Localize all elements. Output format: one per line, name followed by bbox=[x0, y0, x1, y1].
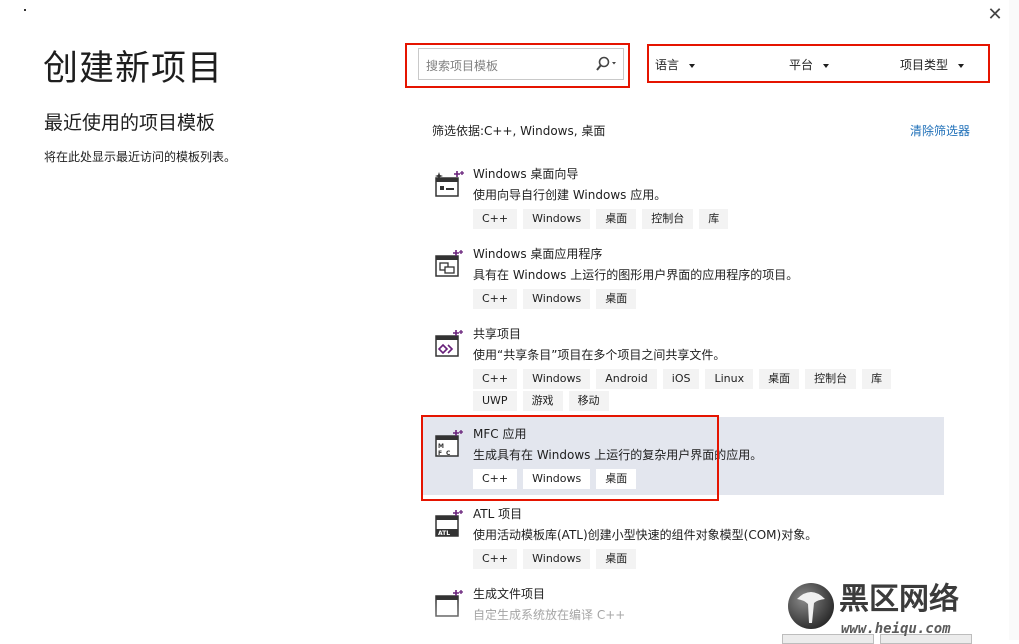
watermark-logo: 黑区网络 www.heiqu.com bbox=[788, 582, 959, 637]
tag: iOS bbox=[662, 369, 700, 389]
tag: Android bbox=[596, 369, 657, 389]
template-desc: 生成具有在 Windows 上运行的复杂用户界面的应用。 bbox=[473, 448, 763, 462]
tag: 控制台 bbox=[642, 209, 694, 229]
tag: Windows bbox=[523, 209, 591, 229]
tag: Windows bbox=[523, 469, 591, 489]
tag: 桌面 bbox=[596, 549, 637, 569]
tag: Windows bbox=[523, 369, 591, 389]
template-item-mfc-app[interactable]: M F C MFC 应用 生成具有在 Windows 上运行的复杂用户界面的应用… bbox=[422, 417, 944, 495]
windows-desktop-wizard-icon bbox=[435, 171, 464, 197]
search-placeholder: 搜索项目模板 bbox=[426, 59, 499, 73]
window-dot bbox=[24, 9, 26, 11]
tag: 桌面 bbox=[596, 289, 637, 309]
search-icon[interactable] bbox=[593, 55, 619, 73]
svg-text:F: F bbox=[438, 450, 442, 457]
tag: 移动 bbox=[568, 391, 609, 411]
mfc-app-icon: M F C bbox=[435, 430, 463, 457]
makefile-project-icon bbox=[435, 590, 463, 617]
tag: 游戏 bbox=[522, 391, 563, 411]
template-tags: C++ Windows 桌面 bbox=[473, 467, 933, 489]
platform-filter[interactable]: 平台 bbox=[789, 56, 830, 73]
template-item-windows-desktop-app[interactable]: Windows 桌面应用程序 具有在 Windows 上运行的图形用户界面的应用… bbox=[422, 237, 944, 315]
template-desc: 使用向导自行创建 Windows 应用。 bbox=[473, 188, 667, 202]
tag: Windows bbox=[523, 549, 591, 569]
template-item-windows-desktop-wizard[interactable]: Windows 桌面向导 使用向导自行创建 Windows 应用。 C++ Win… bbox=[422, 157, 944, 235]
chevron-down-icon bbox=[958, 63, 965, 68]
recent-templates-desc: 将在此处显示最近访问的模板列表。 bbox=[44, 150, 237, 164]
tag: 桌面 bbox=[596, 209, 637, 229]
svg-text:M: M bbox=[438, 443, 444, 450]
template-name: MFC 应用 bbox=[473, 427, 527, 441]
tag: 库 bbox=[699, 209, 729, 229]
page-title: 创建新项目 bbox=[43, 49, 224, 89]
tag: 库 bbox=[862, 369, 892, 389]
tag: C++ bbox=[473, 369, 518, 389]
template-desc: 使用“共享条目”项目在多个项目之间共享文件。 bbox=[473, 348, 726, 362]
tag: Windows bbox=[523, 289, 591, 309]
close-icon[interactable]: ✕ bbox=[984, 4, 1006, 26]
shared-project-icon bbox=[435, 330, 463, 357]
tag: C++ bbox=[473, 549, 518, 569]
project-type-filter[interactable]: 项目类型 bbox=[900, 56, 965, 73]
language-filter[interactable]: 语言 bbox=[655, 56, 696, 73]
scrollbar[interactable] bbox=[1009, 0, 1019, 640]
template-tags: C++ Windows Android iOS Linux 桌面 控制台库 UWP 游戏 移动 bbox=[473, 367, 933, 411]
windows-desktop-app-icon bbox=[435, 250, 463, 277]
template-item-shared-project[interactable]: 共享项目 使用“共享条目”项目在多个项目之间共享文件。 C++ Windows An… bbox=[422, 317, 944, 415]
watermark-url: www.heiqu.com bbox=[841, 621, 951, 637]
tag: C++ bbox=[473, 209, 518, 229]
tag: 桌面 bbox=[596, 469, 637, 489]
atl-project-icon: ATL bbox=[435, 510, 463, 537]
template-name: Windows 桌面应用程序 bbox=[473, 247, 603, 261]
tag: C++ bbox=[473, 469, 518, 489]
template-tags: C++ Windows 桌面 控制台库 bbox=[473, 207, 933, 229]
filter-info: 筛选依据:C++, Windows, 桌面 bbox=[432, 124, 606, 138]
template-name: 共享项目 bbox=[473, 327, 522, 341]
template-name: Windows 桌面向导 bbox=[473, 167, 579, 181]
svg-text:ATL: ATL bbox=[438, 530, 450, 537]
svg-text:C: C bbox=[446, 450, 451, 457]
tag: 控制台 bbox=[805, 369, 857, 389]
tag: C++ bbox=[473, 289, 518, 309]
recent-templates-title: 最近使用的项目模板 bbox=[44, 112, 216, 134]
template-desc: 自定生成系统放在编译 C++ bbox=[473, 608, 626, 622]
chevron-down-icon bbox=[823, 63, 830, 68]
tag: UWP bbox=[473, 391, 517, 411]
template-tags: C++ Windows 桌面 bbox=[473, 547, 933, 569]
template-item-atl-project[interactable]: ATL ATL 项目 使用活动模板库(ATL)创建小型快速的组件对象模型(COM… bbox=[422, 497, 944, 575]
clear-filters-link[interactable]: 清除筛选器 bbox=[910, 122, 970, 139]
watermark-title: 黑区网络 bbox=[839, 582, 959, 617]
tag: Linux bbox=[705, 369, 754, 389]
platform-filter-label: 平台 bbox=[789, 58, 814, 72]
tag: 桌面 bbox=[759, 369, 800, 389]
template-tags: C++ Windows 桌面 bbox=[473, 287, 933, 309]
template-desc: 具有在 Windows 上运行的图形用户界面的应用程序的项目。 bbox=[473, 268, 799, 282]
chevron-down-icon bbox=[689, 63, 696, 68]
template-name: 生成文件项目 bbox=[473, 587, 546, 601]
language-filter-label: 语言 bbox=[655, 58, 680, 72]
template-desc: 使用活动模板库(ATL)创建小型快速的组件对象模型(COM)对象。 bbox=[473, 528, 818, 542]
project-type-filter-label: 项目类型 bbox=[900, 58, 949, 72]
template-name: ATL 项目 bbox=[473, 507, 523, 521]
search-input[interactable]: 搜索项目模板 bbox=[418, 48, 624, 80]
